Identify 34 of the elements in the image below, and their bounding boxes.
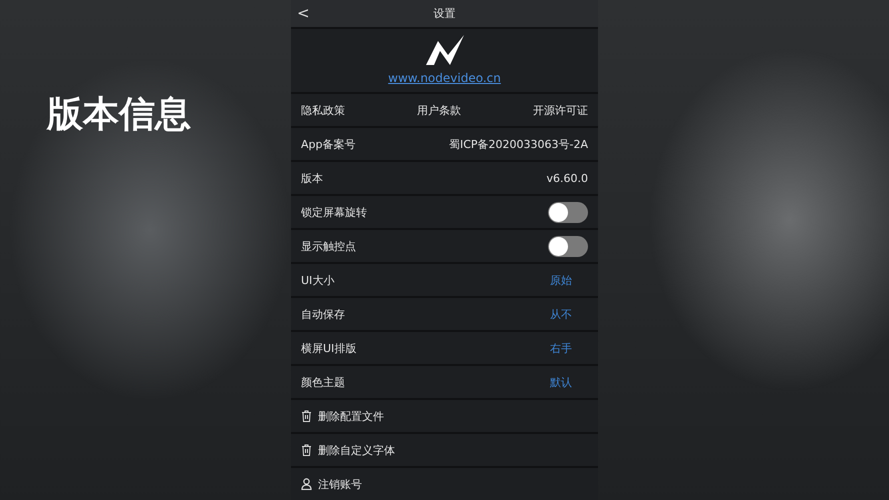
policy-link[interactable]: 开源许可证 (533, 102, 588, 118)
row-label: 锁定屏幕旋转 (301, 204, 367, 220)
website-link[interactable]: www.nodevideo.cn (388, 71, 501, 86)
option-value[interactable]: 从不 (550, 306, 572, 322)
row-label: 显示触控点 (301, 238, 356, 254)
person-icon (301, 478, 312, 490)
account-button[interactable]: 注销账号 (301, 476, 362, 492)
logo-icon (426, 35, 464, 66)
row-label: 自动保存 (301, 306, 345, 322)
option-row[interactable]: UI大小 原始 (291, 264, 598, 296)
row-value: v6.60.0 (546, 172, 588, 184)
policy-link[interactable]: 用户条款 (417, 102, 461, 118)
screen-title: 设置 (434, 6, 456, 21)
option-value[interactable]: 右手 (550, 340, 572, 356)
toggle-switch[interactable] (548, 236, 588, 256)
option-row[interactable]: 自动保存 从不 (291, 298, 598, 330)
option-value[interactable]: 原始 (550, 272, 572, 288)
trash-icon (301, 410, 312, 422)
row-label: 颜色主题 (301, 374, 345, 390)
trash-icon (301, 444, 312, 456)
row-label: UI大小 (301, 272, 334, 288)
row-label: App备案号 (301, 136, 356, 152)
delete-button[interactable]: 删除自定义字体 (301, 442, 395, 458)
row-label: 版本 (301, 170, 323, 186)
toggle-switch[interactable] (548, 202, 588, 222)
option-row[interactable]: 横屏UI排版 右手 (291, 332, 598, 364)
row-label: 横屏UI排版 (301, 340, 356, 356)
caption-text: 版本信息 (47, 93, 192, 137)
option-row[interactable]: 颜色主题 默认 (291, 366, 598, 398)
option-value[interactable]: 默认 (550, 374, 572, 390)
row-value: 蜀ICP备2020033063号-2A (448, 136, 588, 152)
policy-link[interactable]: 隐私政策 (301, 102, 345, 118)
back-button[interactable]: < (293, 4, 314, 22)
delete-button[interactable]: 删除配置文件 (301, 408, 384, 424)
